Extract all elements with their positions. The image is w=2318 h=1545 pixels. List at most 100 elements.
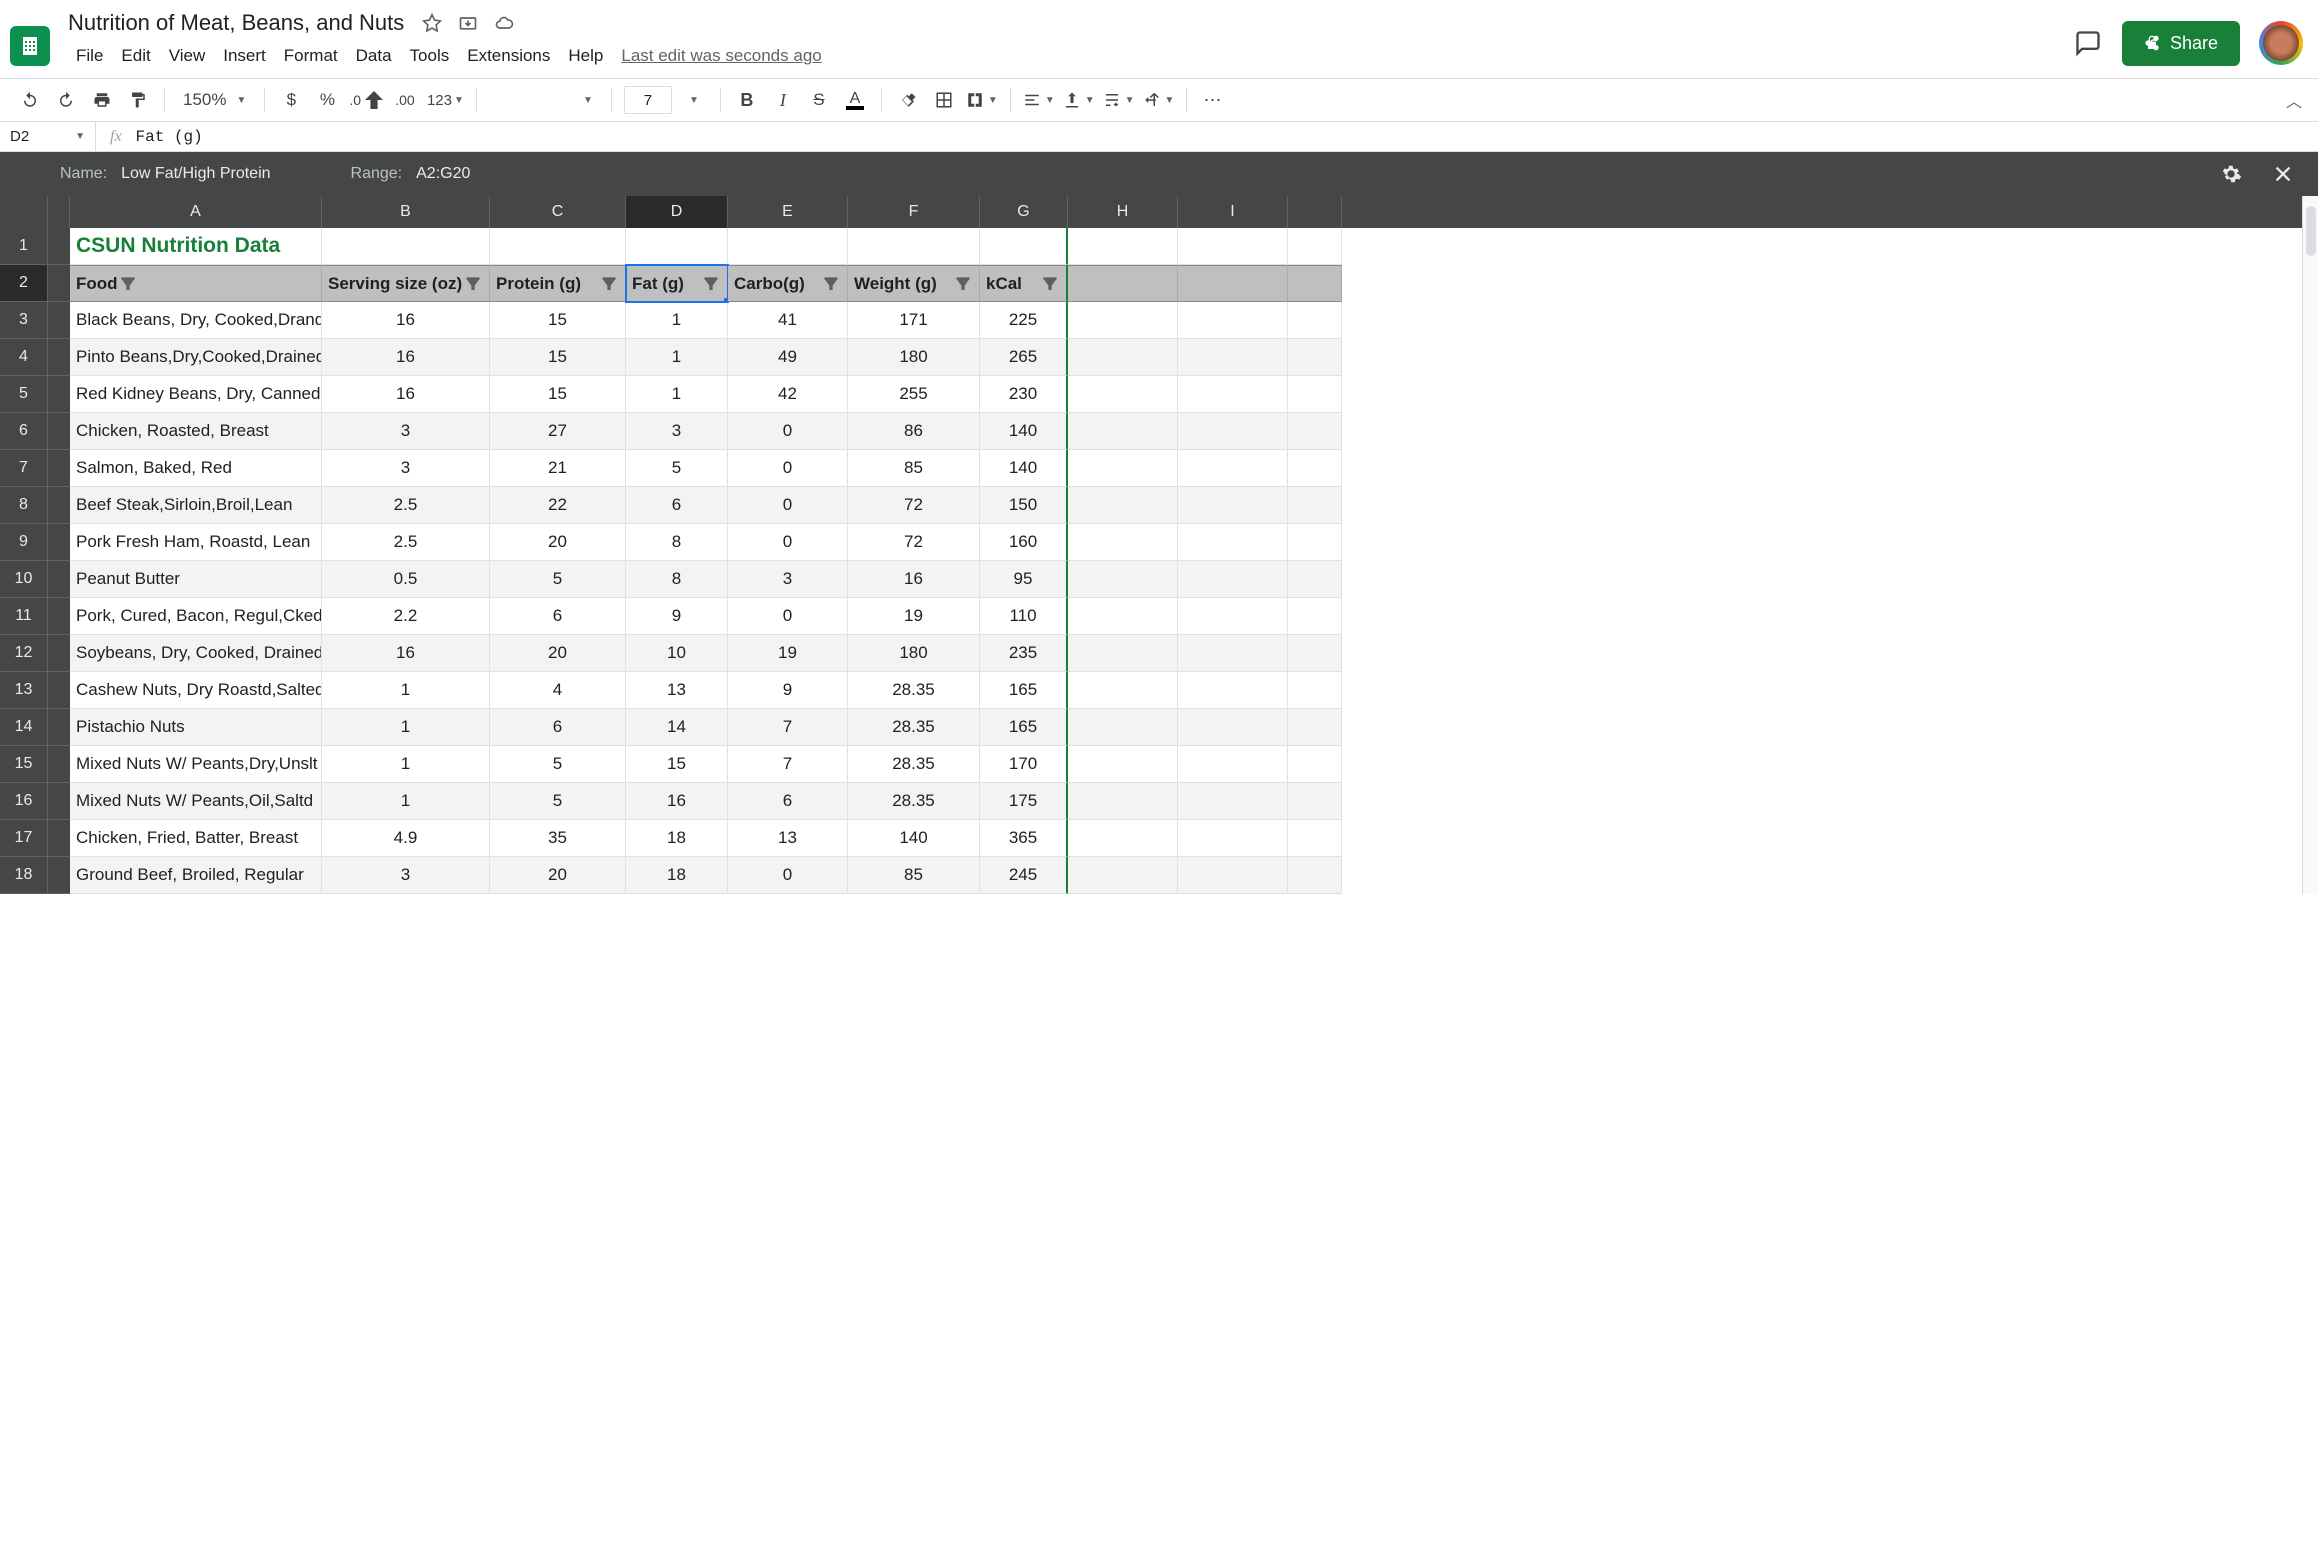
cell[interactable]	[1288, 783, 1342, 820]
cell[interactable]: 15	[490, 302, 626, 339]
font-select[interactable]: ▼	[489, 95, 599, 106]
fill-color-button[interactable]	[894, 86, 922, 114]
cell[interactable]	[322, 228, 490, 265]
vertical-scrollbar[interactable]	[2302, 196, 2318, 894]
cell[interactable]: 1	[626, 339, 728, 376]
cell[interactable]	[1068, 746, 1178, 783]
row-header-7[interactable]: 7	[0, 450, 48, 487]
strikethrough-button[interactable]: S	[805, 86, 833, 114]
cell[interactable]: 42	[728, 376, 848, 413]
header-cell[interactable]: Weight (g)	[848, 265, 980, 302]
cell[interactable]	[1288, 524, 1342, 561]
cell[interactable]: Chicken, Fried, Batter, Breast	[70, 820, 322, 857]
cell[interactable]: 165	[980, 709, 1068, 746]
cell[interactable]: 6	[490, 598, 626, 635]
cell[interactable]	[1178, 413, 1288, 450]
last-edit-link[interactable]: Last edit was seconds ago	[613, 42, 829, 70]
format-currency-button[interactable]: $	[277, 86, 305, 114]
cell[interactable]	[1178, 857, 1288, 894]
row-header-8[interactable]: 8	[0, 487, 48, 524]
name-box[interactable]: D2▼	[0, 122, 96, 151]
paint-format-button[interactable]	[124, 86, 152, 114]
cell[interactable]: 27	[490, 413, 626, 450]
cell[interactable]: 3	[322, 450, 490, 487]
cell[interactable]: Pork, Cured, Bacon, Regul,Cked	[70, 598, 322, 635]
cell[interactable]: 1	[322, 672, 490, 709]
column-header-extra[interactable]	[1288, 196, 1342, 228]
increase-decimal-button[interactable]: .00	[391, 86, 419, 114]
cell[interactable]: 180	[848, 339, 980, 376]
column-header-I[interactable]: I	[1178, 196, 1288, 228]
cell[interactable]	[1068, 376, 1178, 413]
cell[interactable]	[1288, 598, 1342, 635]
cell[interactable]: 3	[728, 561, 848, 598]
filter-icon[interactable]	[1040, 274, 1060, 294]
cell[interactable]: 13	[728, 820, 848, 857]
undo-button[interactable]	[16, 86, 44, 114]
cell[interactable]	[1288, 672, 1342, 709]
cell[interactable]	[1068, 339, 1178, 376]
cell[interactable]	[1178, 672, 1288, 709]
cell[interactable]: 365	[980, 820, 1068, 857]
row-header-4[interactable]: 4	[0, 339, 48, 376]
cell[interactable]: Red Kidney Beans, Dry, Canned	[70, 376, 322, 413]
cell[interactable]: 15	[490, 339, 626, 376]
cell[interactable]: Soybeans, Dry, Cooked, Drained	[70, 635, 322, 672]
row-header-13[interactable]: 13	[0, 672, 48, 709]
cell[interactable]	[1288, 561, 1342, 598]
text-color-button[interactable]: A	[841, 86, 869, 114]
cell[interactable]: 0	[728, 598, 848, 635]
cell[interactable]: Peanut Butter	[70, 561, 322, 598]
cell[interactable]: Pork Fresh Ham, Roastd, Lean	[70, 524, 322, 561]
collapse-toolbar-button[interactable]: ︿	[2286, 88, 2302, 112]
cell[interactable]: 1	[322, 783, 490, 820]
row-header-15[interactable]: 15	[0, 746, 48, 783]
cell[interactable]: 5	[490, 746, 626, 783]
cell[interactable]: 8	[626, 561, 728, 598]
filter-icon[interactable]	[821, 274, 841, 294]
cell[interactable]: 9	[626, 598, 728, 635]
cell[interactable]: 16	[626, 783, 728, 820]
menu-data[interactable]: Data	[348, 42, 400, 70]
cell[interactable]: 19	[848, 598, 980, 635]
menu-insert[interactable]: Insert	[215, 42, 274, 70]
filter-icon[interactable]	[463, 274, 483, 294]
cell[interactable]: 110	[980, 598, 1068, 635]
cell[interactable]	[1288, 376, 1342, 413]
cell[interactable]	[1288, 302, 1342, 339]
cell[interactable]: 6	[728, 783, 848, 820]
column-header-H[interactable]: H	[1068, 196, 1178, 228]
cell[interactable]	[1068, 228, 1178, 265]
cell[interactable]	[1288, 413, 1342, 450]
cell[interactable]: 2.5	[322, 487, 490, 524]
cell[interactable]: 4	[490, 672, 626, 709]
bold-button[interactable]: B	[733, 86, 761, 114]
row-header-14[interactable]: 14	[0, 709, 48, 746]
cell[interactable]: Chicken, Roasted, Breast	[70, 413, 322, 450]
column-header-C[interactable]: C	[490, 196, 626, 228]
share-button[interactable]: Share	[2122, 21, 2240, 66]
cell[interactable]: 140	[980, 413, 1068, 450]
filter-icon[interactable]	[599, 274, 619, 294]
font-size-dropdown[interactable]: ▼	[680, 86, 708, 114]
cell[interactable]	[490, 228, 626, 265]
cell[interactable]: 5	[490, 783, 626, 820]
cell[interactable]: 7	[728, 709, 848, 746]
cell[interactable]: 20	[490, 524, 626, 561]
cell[interactable]: 2.2	[322, 598, 490, 635]
cell[interactable]	[1288, 635, 1342, 672]
cell[interactable]	[1178, 450, 1288, 487]
cell[interactable]: Black Beans, Dry, Cooked,Drand	[70, 302, 322, 339]
sheet-title-cell[interactable]: CSUN Nutrition Data	[70, 228, 322, 265]
cell[interactable]: 28.35	[848, 746, 980, 783]
cell[interactable]	[1178, 376, 1288, 413]
cell[interactable]: 16	[322, 302, 490, 339]
row-header-1[interactable]: 1	[0, 228, 48, 265]
spreadsheet-grid[interactable]: ABCDEFGHI 1CSUN Nutrition Data 2FoodServ…	[0, 196, 2302, 894]
cell[interactable]: 3	[322, 857, 490, 894]
cell[interactable]: 15	[626, 746, 728, 783]
cell[interactable]	[1178, 302, 1288, 339]
cell[interactable]: 0	[728, 524, 848, 561]
italic-button[interactable]: I	[769, 86, 797, 114]
cell[interactable]: 160	[980, 524, 1068, 561]
